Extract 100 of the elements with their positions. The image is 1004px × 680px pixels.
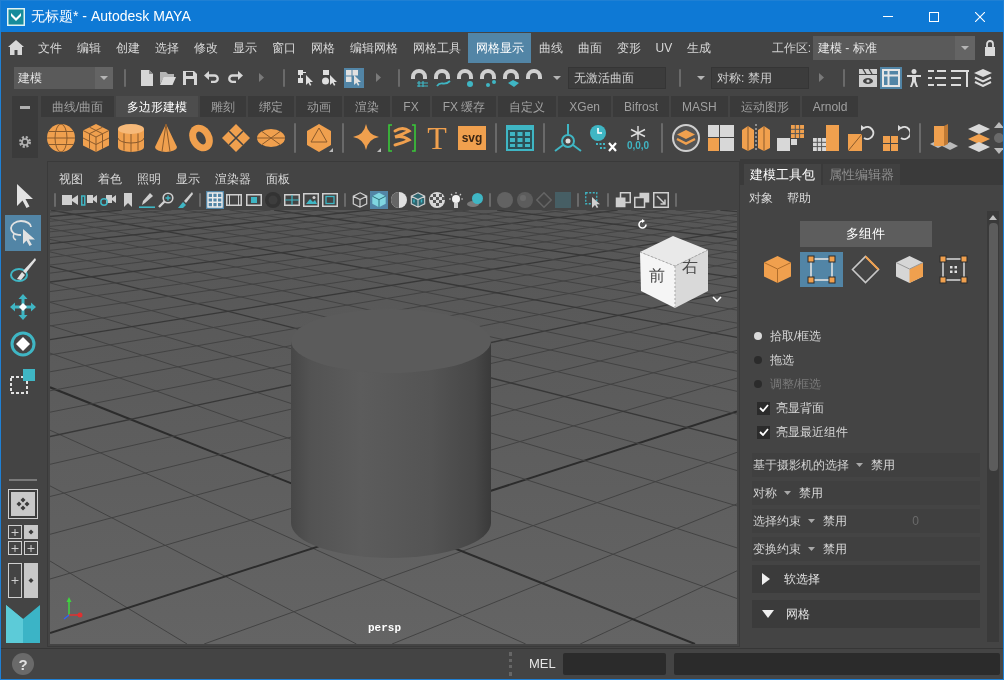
camera-icon[interactable] — [62, 194, 78, 205]
viewport-canvas[interactable]: 前 右 persp — [50, 210, 737, 644]
disc-icon[interactable] — [257, 129, 285, 147]
shelf-tab[interactable]: 曲线/曲面 — [41, 96, 115, 117]
pencil-icon[interactable] — [138, 191, 155, 208]
menu-item[interactable]: 面板 — [258, 170, 298, 188]
brush-icon[interactable] — [177, 191, 194, 208]
cube-face-label[interactable]: 右 — [682, 259, 698, 275]
lock-icon[interactable] — [985, 39, 995, 56]
menu-item[interactable]: 文件 — [30, 32, 69, 63]
diamond-icon[interactable] — [851, 255, 880, 284]
menu-item[interactable]: 创建 — [108, 32, 147, 63]
figure-icon[interactable] — [905, 68, 923, 87]
list-icon[interactable] — [928, 68, 946, 87]
panel-tab[interactable]: 建模工具包 — [744, 164, 821, 185]
menu-item[interactable]: 帮助 — [783, 189, 815, 207]
checker-sphere-icon[interactable] — [429, 191, 445, 208]
menu-item[interactable]: 渲染器 — [207, 170, 259, 188]
bookmark-icon[interactable] — [123, 192, 132, 207]
sphere-icon[interactable] — [47, 124, 75, 152]
home-icon[interactable] — [8, 40, 24, 55]
shadow-sphere-icon[interactable] — [467, 192, 484, 207]
menu-item[interactable]: 曲线 — [531, 32, 570, 63]
shelf-tab[interactable]: Arnold — [801, 96, 859, 117]
snowflake-icon[interactable] — [630, 125, 646, 140]
menu-item[interactable]: 曲面 — [570, 32, 609, 63]
scale-icon[interactable] — [10, 368, 36, 394]
option-menu[interactable]: 选择约束 — [753, 512, 815, 530]
half-shaded-sphere-icon[interactable] — [390, 191, 407, 208]
shelf-tab[interactable]: 雕刻 — [200, 96, 247, 117]
caret-icon[interactable] — [808, 547, 815, 551]
diamond-grid-icon[interactable] — [222, 124, 250, 152]
stacked-squares-icon[interactable] — [634, 191, 651, 208]
svg-tool-button[interactable]: svg — [458, 126, 486, 150]
grid-squares-icon[interactable] — [812, 124, 840, 152]
redo-icon[interactable] — [227, 71, 243, 84]
menu-item[interactable]: 变形 — [609, 32, 648, 63]
helix-icon[interactable] — [388, 124, 416, 152]
caret-icon[interactable] — [697, 75, 705, 80]
arrow-square-icon[interactable] — [653, 191, 670, 208]
rotate-arrow-icon[interactable] — [637, 219, 648, 230]
cursor-box-icon[interactable] — [584, 191, 601, 208]
cycle-squares-icon[interactable] — [882, 124, 910, 152]
menu-item[interactable]: 显示 — [225, 32, 264, 63]
language-toggle[interactable]: MEL — [529, 654, 556, 674]
grid-cursor-icon[interactable] — [344, 67, 364, 88]
magnet-points-icon[interactable] — [479, 68, 497, 87]
wireframe-cube-icon[interactable] — [352, 191, 369, 208]
resolution-gate-icon[interactable] — [245, 193, 262, 206]
menu-item[interactable]: 着色 — [90, 170, 130, 188]
shelf-tab[interactable]: FX 缓存 — [431, 96, 497, 117]
caret-icon[interactable] — [856, 463, 863, 467]
textured-cube-icon[interactable] — [409, 191, 426, 208]
caret-icon[interactable] — [961, 45, 969, 50]
frame-icon[interactable] — [322, 192, 339, 207]
checkbox[interactable] — [757, 425, 770, 439]
shelf-tab[interactable]: 多边形建模 — [116, 96, 199, 117]
shelf-tab[interactable]: 运动图形 — [729, 96, 800, 117]
menu-item[interactable]: UV — [648, 32, 680, 63]
multi-component-button[interactable]: 多组件 — [799, 221, 932, 247]
section-header[interactable]: 软选择 — [752, 565, 980, 593]
light-bulb-icon[interactable] — [449, 191, 464, 208]
result-field[interactable] — [673, 653, 1000, 675]
scroll-arrows-icon[interactable] — [993, 122, 1003, 154]
clapperboard-icon[interactable] — [859, 68, 877, 87]
magnet-curve-icon[interactable] — [433, 68, 451, 87]
star-icon[interactable] — [353, 124, 381, 152]
menu-item[interactable]: 生成 — [679, 32, 719, 63]
option-menu[interactable]: 对称 — [753, 484, 791, 502]
squares-icon[interactable] — [708, 125, 734, 151]
film-gate-icon[interactable] — [226, 193, 243, 206]
live-surface-field[interactable]: 无激活曲面 — [568, 66, 666, 89]
menu-item[interactable]: 窗口 — [264, 32, 303, 63]
cycle-square-icon[interactable] — [847, 124, 875, 152]
cube-icon[interactable] — [83, 124, 109, 152]
type-tool-button[interactable]: T — [423, 123, 451, 153]
shapes-cursor-icon[interactable] — [322, 69, 338, 86]
open-folder-icon[interactable] — [160, 70, 176, 85]
move-icon[interactable] — [10, 294, 36, 320]
snowflake-tool-button[interactable]: 0,0,0 — [624, 123, 652, 153]
checkbox[interactable] — [757, 401, 770, 415]
caret-icon[interactable] — [100, 75, 108, 80]
cylinder-icon[interactable] — [118, 124, 144, 152]
magnet-plane-icon[interactable] — [502, 68, 520, 87]
rotate-icon[interactable] — [10, 331, 36, 357]
settings-icon[interactable] — [19, 136, 31, 148]
shelf-tab[interactable]: Bifrost — [613, 96, 670, 117]
undo-icon[interactable] — [204, 71, 220, 84]
tripod-icon[interactable] — [554, 124, 582, 152]
lasso-icon[interactable] — [5, 215, 41, 251]
camera-icon[interactable] — [100, 193, 117, 206]
menu-item[interactable]: 网格工具 — [405, 32, 468, 63]
menu-item[interactable]: 修改 — [186, 32, 225, 63]
new-file-icon[interactable] — [141, 69, 153, 86]
caret-icon[interactable] — [784, 491, 791, 495]
help-button[interactable]: ? — [12, 653, 34, 675]
shelf-tab[interactable]: 渲染 — [344, 96, 391, 117]
shelf-tab[interactable]: 自定义 — [498, 96, 557, 117]
option-menu[interactable]: 基于摄影机的选择 — [753, 456, 863, 474]
radio-button[interactable] — [754, 356, 762, 364]
